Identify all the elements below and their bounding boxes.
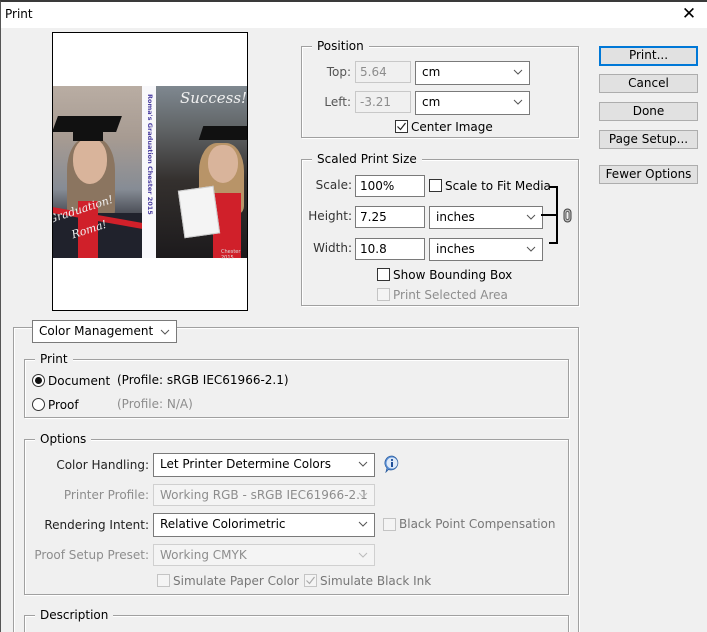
- info-icon[interactable]: [383, 455, 401, 473]
- scale-to-fit-label: Scale to Fit Media: [445, 179, 551, 193]
- top-unit-select[interactable]: cm: [415, 61, 530, 85]
- width-label: Width:: [313, 241, 352, 255]
- preview-headline: Success!: [180, 89, 248, 107]
- print-source-legend: Print: [35, 352, 73, 367]
- proof-setup-preset-select[interactable]: Working CMYK: [153, 544, 375, 566]
- scale-label: Scale:: [315, 178, 352, 192]
- simulate-paper-color-checkbox[interactable]: [157, 574, 170, 587]
- width-unit-value: inches: [436, 242, 475, 256]
- chevron-down-icon: [358, 492, 368, 498]
- left-unit-value: cm: [422, 95, 441, 109]
- preview-spine-text: Roma's Graduation Chester 2015: [146, 94, 154, 215]
- section-select-value: Color Management: [39, 324, 154, 338]
- description-legend: Description: [35, 608, 114, 623]
- constrain-bracket-tick: [541, 214, 558, 216]
- color-handling-select[interactable]: Let Printer Determine Colors: [153, 453, 375, 477]
- black-point-compensation-checkbox[interactable]: [383, 518, 396, 531]
- chevron-down-icon: [513, 69, 523, 75]
- printer-profile-label: Printer Profile:: [63, 488, 149, 502]
- chevron-down-icon: [358, 521, 368, 527]
- height-label: Height:: [308, 209, 352, 223]
- page-setup-button[interactable]: Page Setup...: [599, 130, 698, 149]
- left-input[interactable]: -3.21: [355, 91, 411, 113]
- chevron-down-icon: [513, 99, 523, 105]
- print-preview: Graduation! Roma! Roma's Graduation Ches…: [52, 32, 248, 311]
- chevron-down-icon: [358, 552, 368, 558]
- scale-to-fit-checkbox[interactable]: [429, 179, 442, 192]
- checkmark-icon: [306, 576, 315, 585]
- top-input[interactable]: 5.64: [355, 61, 411, 83]
- proof-profile-text: (Profile: N/A): [117, 397, 193, 411]
- width-input[interactable]: 10.8: [355, 238, 425, 260]
- top-label: Top:: [326, 65, 351, 79]
- top-unit-value: cm: [422, 65, 441, 79]
- scale-input[interactable]: 100%: [355, 175, 425, 197]
- printer-profile-value: Working RGB - sRGB IEC61966-2.1: [160, 488, 368, 502]
- rendering-intent-value: Relative Colorimetric: [160, 517, 286, 531]
- rendering-intent-label: Rendering Intent:: [44, 518, 149, 532]
- width-unit-select[interactable]: inches: [429, 238, 543, 261]
- preview-footer: Chester 2015: [221, 249, 241, 261]
- height-unit-value: inches: [436, 210, 475, 224]
- left-label: Left:: [324, 95, 351, 109]
- chevron-down-icon: [526, 246, 536, 252]
- height-input[interactable]: 7.25: [355, 206, 425, 228]
- close-icon[interactable]: ✕: [679, 4, 699, 24]
- checkmark-icon: [397, 122, 406, 131]
- document-label: Document: [48, 374, 111, 388]
- cancel-button[interactable]: Cancel: [599, 74, 698, 93]
- done-button[interactable]: Done: [599, 102, 698, 121]
- preview-spine: Roma's Graduation Chester 2015: [142, 86, 156, 258]
- left-unit-select[interactable]: cm: [415, 91, 530, 115]
- preview-face-right: [208, 145, 238, 183]
- show-bounding-box-label: Show Bounding Box: [393, 268, 513, 282]
- proof-radio[interactable]: [32, 398, 45, 411]
- preview-certificate: [177, 185, 221, 239]
- title-bar: Print ✕: [1, 2, 707, 28]
- position-legend: Position: [312, 39, 369, 54]
- fewer-options-button[interactable]: Fewer Options: [599, 165, 698, 184]
- chevron-down-icon: [160, 329, 170, 335]
- description-group: Description: [24, 608, 569, 632]
- simulate-paper-color-label: Simulate Paper Color: [173, 574, 299, 588]
- chevron-down-icon: [358, 461, 368, 467]
- height-unit-select[interactable]: inches: [429, 206, 543, 229]
- rendering-intent-select[interactable]: Relative Colorimetric: [153, 513, 375, 537]
- center-image-label: Center Image: [411, 120, 493, 134]
- options-legend: Options: [35, 432, 92, 447]
- preview-cap-right: [198, 126, 247, 140]
- simulate-black-ink-label: Simulate Black Ink: [320, 574, 432, 588]
- print-button[interactable]: Print...: [599, 46, 698, 66]
- color-handling-label: Color Handling:: [56, 458, 149, 472]
- proof-setup-preset-value: Working CMYK: [160, 548, 247, 562]
- black-point-compensation-label: Black Point Compensation: [399, 517, 556, 531]
- proof-label: Proof: [48, 398, 79, 412]
- scaled-print-size-legend: Scaled Print Size: [312, 152, 422, 167]
- printer-profile-select[interactable]: Working RGB - sRGB IEC61966-2.1: [153, 484, 375, 506]
- preview-face: [73, 138, 107, 184]
- radio-selected-dot: [35, 377, 42, 384]
- color-handling-value: Let Printer Determine Colors: [160, 457, 331, 471]
- print-selected-area-label: Print Selected Area: [393, 288, 508, 302]
- preview-cap-base: [73, 129, 103, 141]
- simulate-black-ink-checkbox[interactable]: [304, 574, 317, 587]
- print-selected-area-checkbox[interactable]: [377, 288, 390, 301]
- chevron-down-icon: [526, 214, 536, 220]
- print-dialog: Print ✕ Graduation! Roma! Roma's Graduat…: [0, 0, 707, 632]
- dialog-title: Print: [5, 7, 33, 21]
- show-bounding-box-checkbox[interactable]: [377, 268, 390, 281]
- color-management-section-select[interactable]: Color Management: [32, 320, 177, 343]
- proof-setup-preset-label: Proof Setup Preset:: [34, 548, 149, 562]
- link-icon[interactable]: [563, 208, 572, 223]
- document-radio[interactable]: [32, 374, 45, 387]
- center-image-checkbox[interactable]: [395, 120, 408, 133]
- document-profile-text: (Profile: sRGB IEC61966-2.1): [117, 373, 289, 387]
